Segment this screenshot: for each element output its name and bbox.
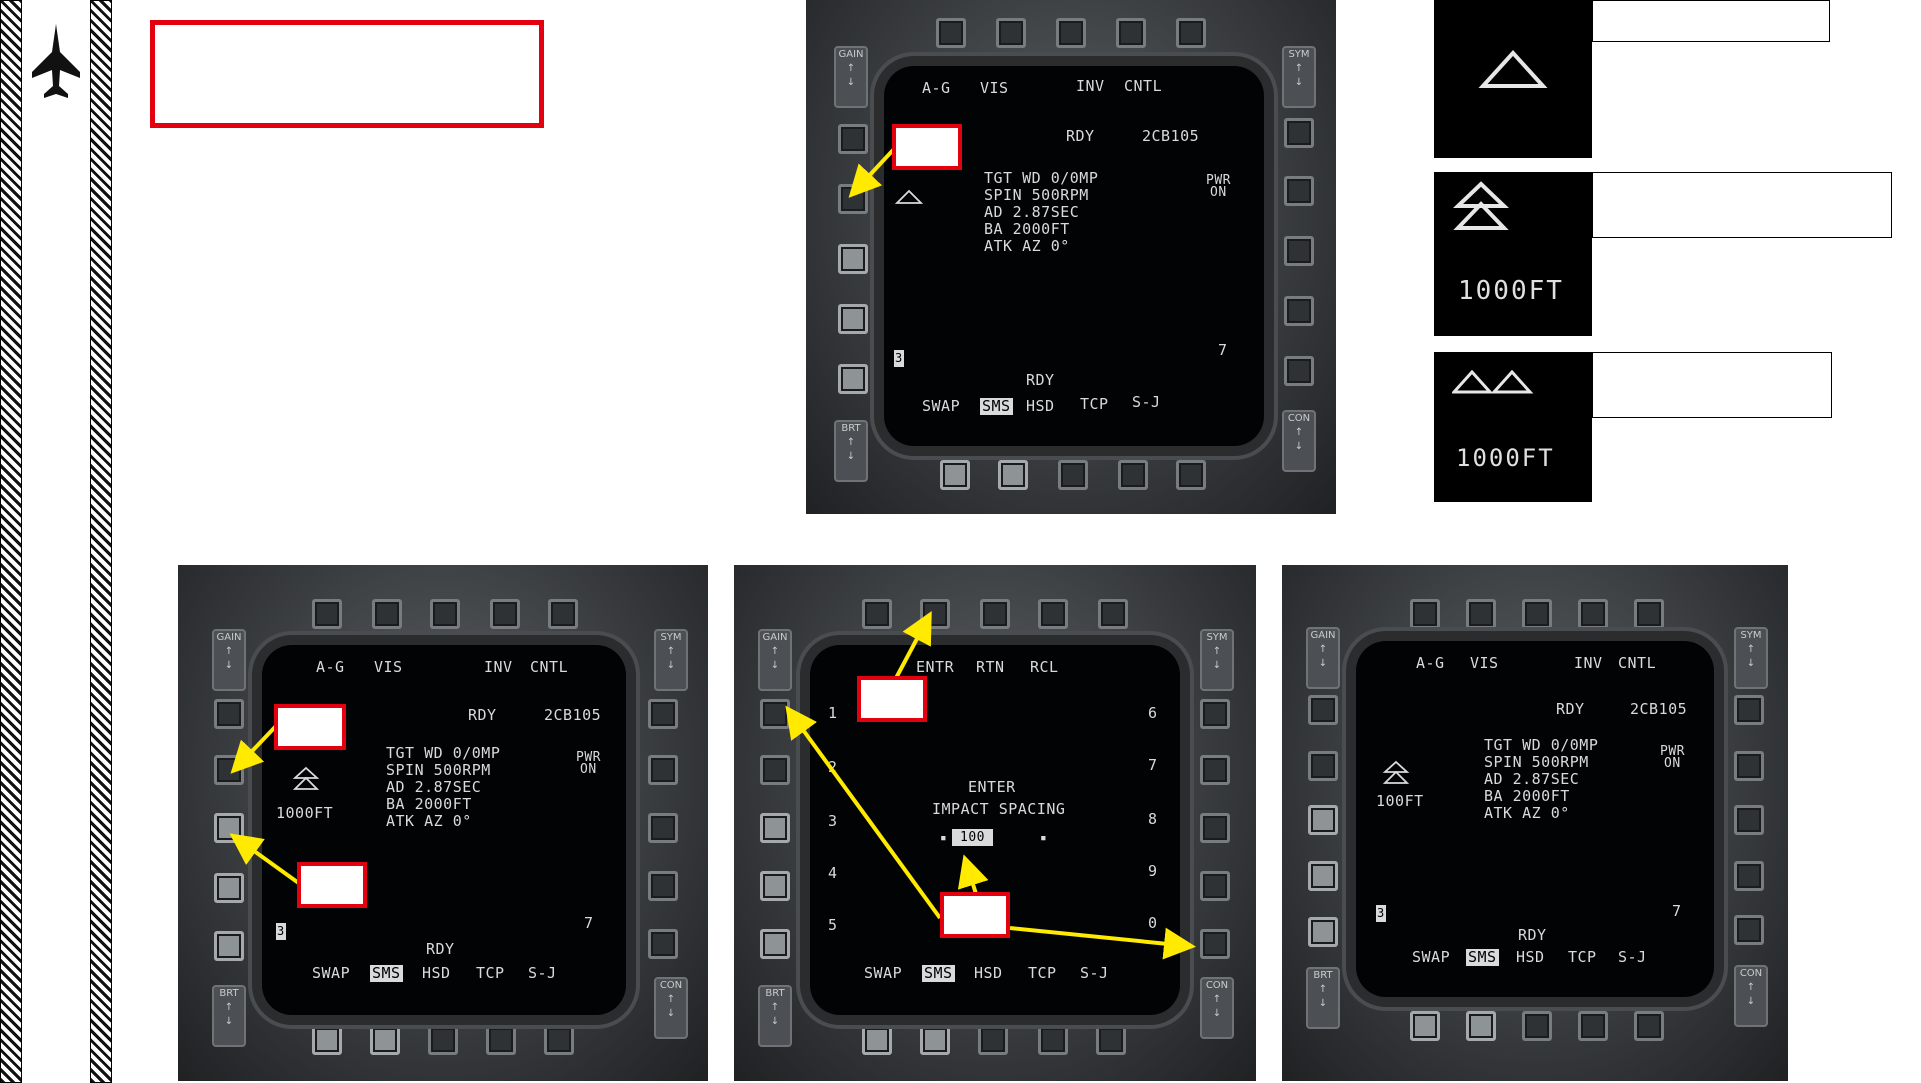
callout-top-mfd [892, 124, 962, 170]
arrow-bm-entr [893, 610, 932, 681]
callout-bm-digits [940, 892, 1010, 938]
callout-bm-entr [857, 676, 927, 722]
arrow-top-mfd [848, 146, 897, 198]
callout-bl-lower [297, 862, 367, 908]
arrow-bl-lower [229, 833, 302, 886]
arrow-bm-digit-1 [785, 705, 942, 920]
arrow-bl-upper [230, 724, 278, 774]
arrow-bm-digit-0 [1009, 926, 1196, 960]
callout-bl-upper [274, 704, 346, 750]
